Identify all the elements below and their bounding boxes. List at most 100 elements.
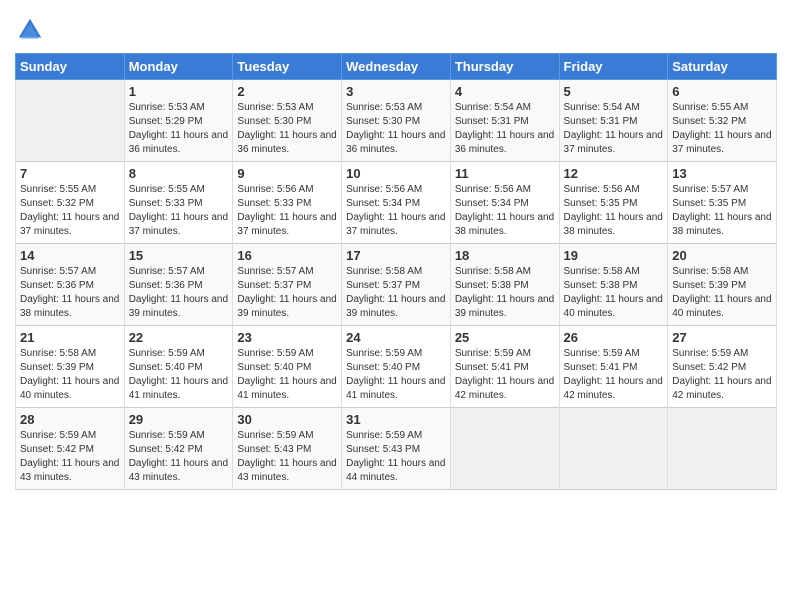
day-number: 3 bbox=[346, 84, 446, 99]
header-day-wednesday: Wednesday bbox=[342, 54, 451, 80]
day-number: 4 bbox=[455, 84, 555, 99]
day-number: 20 bbox=[672, 248, 772, 263]
calendar-cell: 21 Sunrise: 5:58 AMSunset: 5:39 PMDayligh… bbox=[16, 326, 125, 408]
calendar-cell: 6 Sunrise: 5:55 AMSunset: 5:32 PMDaylight… bbox=[668, 80, 777, 162]
day-number: 19 bbox=[564, 248, 664, 263]
calendar-cell: 19 Sunrise: 5:58 AMSunset: 5:38 PMDayligh… bbox=[559, 244, 668, 326]
header-day-thursday: Thursday bbox=[450, 54, 559, 80]
calendar-cell bbox=[559, 408, 668, 490]
day-info: Sunrise: 5:54 AMSunset: 5:31 PMDaylight:… bbox=[564, 101, 664, 157]
day-info: Sunrise: 5:56 AMSunset: 5:34 PMDaylight:… bbox=[455, 183, 555, 239]
day-info: Sunrise: 5:53 AMSunset: 5:29 PMDaylight:… bbox=[129, 101, 229, 157]
day-number: 30 bbox=[237, 412, 337, 427]
day-info: Sunrise: 5:53 AMSunset: 5:30 PMDaylight:… bbox=[237, 101, 337, 157]
calendar-cell bbox=[668, 408, 777, 490]
header-day-sunday: Sunday bbox=[16, 54, 125, 80]
page-container: SundayMondayTuesdayWednesdayThursdayFrid… bbox=[0, 0, 792, 500]
day-number: 12 bbox=[564, 166, 664, 181]
calendar-cell: 3 Sunrise: 5:53 AMSunset: 5:30 PMDaylight… bbox=[342, 80, 451, 162]
day-info: Sunrise: 5:59 AMSunset: 5:40 PMDaylight:… bbox=[237, 347, 337, 403]
day-number: 15 bbox=[129, 248, 229, 263]
calendar-cell: 18 Sunrise: 5:58 AMSunset: 5:38 PMDayligh… bbox=[450, 244, 559, 326]
day-number: 22 bbox=[129, 330, 229, 345]
logo bbox=[15, 15, 49, 45]
day-number: 1 bbox=[129, 84, 229, 99]
day-info: Sunrise: 5:59 AMSunset: 5:43 PMDaylight:… bbox=[237, 429, 337, 485]
day-info: Sunrise: 5:57 AMSunset: 5:36 PMDaylight:… bbox=[20, 265, 120, 321]
day-info: Sunrise: 5:59 AMSunset: 5:41 PMDaylight:… bbox=[455, 347, 555, 403]
calendar-cell: 14 Sunrise: 5:57 AMSunset: 5:36 PMDayligh… bbox=[16, 244, 125, 326]
calendar-cell: 25 Sunrise: 5:59 AMSunset: 5:41 PMDayligh… bbox=[450, 326, 559, 408]
calendar-cell bbox=[450, 408, 559, 490]
calendar-cell: 5 Sunrise: 5:54 AMSunset: 5:31 PMDaylight… bbox=[559, 80, 668, 162]
calendar-cell: 16Sunrise: 5:57 AMSunset: 5:37 PMDayligh… bbox=[233, 244, 342, 326]
day-info: Sunrise: 5:59 AMSunset: 5:42 PMDaylight:… bbox=[20, 429, 120, 485]
day-info: Sunrise: 5:59 AMSunset: 5:42 PMDaylight:… bbox=[129, 429, 229, 485]
day-info: Sunrise: 5:58 AMSunset: 5:37 PMDaylight:… bbox=[346, 265, 446, 321]
calendar-cell: 28 Sunrise: 5:59 AMSunset: 5:42 PMDayligh… bbox=[16, 408, 125, 490]
logo-icon bbox=[15, 15, 45, 45]
day-info: Sunrise: 5:57 AMSunset: 5:36 PMDaylight:… bbox=[129, 265, 229, 321]
calendar-cell: 2 Sunrise: 5:53 AMSunset: 5:30 PMDaylight… bbox=[233, 80, 342, 162]
calendar-cell: 10 Sunrise: 5:56 AMSunset: 5:34 PMDayligh… bbox=[342, 162, 451, 244]
day-info: Sunrise: 5:53 AMSunset: 5:30 PMDaylight:… bbox=[346, 101, 446, 157]
day-number: 6 bbox=[672, 84, 772, 99]
day-number: 31 bbox=[346, 412, 446, 427]
header-day-saturday: Saturday bbox=[668, 54, 777, 80]
calendar-week-3: 14 Sunrise: 5:57 AMSunset: 5:36 PMDayligh… bbox=[16, 244, 777, 326]
calendar-cell: 22 Sunrise: 5:59 AMSunset: 5:40 PMDayligh… bbox=[124, 326, 233, 408]
calendar-cell: 20 Sunrise: 5:58 AMSunset: 5:39 PMDayligh… bbox=[668, 244, 777, 326]
calendar-cell: 11 Sunrise: 5:56 AMSunset: 5:34 PMDayligh… bbox=[450, 162, 559, 244]
calendar-week-2: 7Sunrise: 5:55 AMSunset: 5:32 PMDaylight… bbox=[16, 162, 777, 244]
day-number: 29 bbox=[129, 412, 229, 427]
day-number: 28 bbox=[20, 412, 120, 427]
calendar-header-row: SundayMondayTuesdayWednesdayThursdayFrid… bbox=[16, 54, 777, 80]
day-number: 14 bbox=[20, 248, 120, 263]
day-number: 2 bbox=[237, 84, 337, 99]
day-info: Sunrise: 5:55 AMSunset: 5:32 PMDaylight:… bbox=[672, 101, 772, 157]
day-number: 18 bbox=[455, 248, 555, 263]
day-number: 27 bbox=[672, 330, 772, 345]
day-number: 16 bbox=[237, 248, 337, 263]
day-info: Sunrise: 5:58 AMSunset: 5:39 PMDaylight:… bbox=[672, 265, 772, 321]
day-number: 11 bbox=[455, 166, 555, 181]
day-number: 23 bbox=[237, 330, 337, 345]
day-number: 25 bbox=[455, 330, 555, 345]
day-info: Sunrise: 5:58 AMSunset: 5:38 PMDaylight:… bbox=[455, 265, 555, 321]
calendar-cell: 29 Sunrise: 5:59 AMSunset: 5:42 PMDayligh… bbox=[124, 408, 233, 490]
calendar-cell: 4 Sunrise: 5:54 AMSunset: 5:31 PMDaylight… bbox=[450, 80, 559, 162]
calendar-table: SundayMondayTuesdayWednesdayThursdayFrid… bbox=[15, 53, 777, 490]
day-number: 21 bbox=[20, 330, 120, 345]
day-info: Sunrise: 5:59 AMSunset: 5:40 PMDaylight:… bbox=[346, 347, 446, 403]
day-number: 7 bbox=[20, 166, 120, 181]
calendar-cell: 24 Sunrise: 5:59 AMSunset: 5:40 PMDayligh… bbox=[342, 326, 451, 408]
header bbox=[15, 10, 777, 45]
day-info: Sunrise: 5:54 AMSunset: 5:31 PMDaylight:… bbox=[455, 101, 555, 157]
day-number: 13 bbox=[672, 166, 772, 181]
day-info: Sunrise: 5:56 AMSunset: 5:34 PMDaylight:… bbox=[346, 183, 446, 239]
calendar-cell: 27Sunrise: 5:59 AMSunset: 5:42 PMDayligh… bbox=[668, 326, 777, 408]
header-day-friday: Friday bbox=[559, 54, 668, 80]
calendar-cell: 30 Sunrise: 5:59 AMSunset: 5:43 PMDayligh… bbox=[233, 408, 342, 490]
day-info: Sunrise: 5:59 AMSunset: 5:43 PMDaylight:… bbox=[346, 429, 446, 485]
header-day-monday: Monday bbox=[124, 54, 233, 80]
day-number: 5 bbox=[564, 84, 664, 99]
calendar-cell: 8 Sunrise: 5:55 AMSunset: 5:33 PMDaylight… bbox=[124, 162, 233, 244]
day-number: 8 bbox=[129, 166, 229, 181]
header-day-tuesday: Tuesday bbox=[233, 54, 342, 80]
calendar-cell: 9Sunrise: 5:56 AMSunset: 5:33 PMDaylight… bbox=[233, 162, 342, 244]
day-info: Sunrise: 5:59 AMSunset: 5:41 PMDaylight:… bbox=[564, 347, 664, 403]
day-number: 10 bbox=[346, 166, 446, 181]
day-number: 26 bbox=[564, 330, 664, 345]
day-info: Sunrise: 5:57 AMSunset: 5:35 PMDaylight:… bbox=[672, 183, 772, 239]
day-info: Sunrise: 5:56 AMSunset: 5:35 PMDaylight:… bbox=[564, 183, 664, 239]
calendar-cell: 26 Sunrise: 5:59 AMSunset: 5:41 PMDayligh… bbox=[559, 326, 668, 408]
day-info: Sunrise: 5:59 AMSunset: 5:40 PMDaylight:… bbox=[129, 347, 229, 403]
day-info: Sunrise: 5:55 AMSunset: 5:33 PMDaylight:… bbox=[129, 183, 229, 239]
calendar-week-4: 21 Sunrise: 5:58 AMSunset: 5:39 PMDayligh… bbox=[16, 326, 777, 408]
calendar-cell: 12 Sunrise: 5:56 AMSunset: 5:35 PMDayligh… bbox=[559, 162, 668, 244]
day-info: Sunrise: 5:58 AMSunset: 5:39 PMDaylight:… bbox=[20, 347, 120, 403]
day-info: Sunrise: 5:58 AMSunset: 5:38 PMDaylight:… bbox=[564, 265, 664, 321]
day-number: 24 bbox=[346, 330, 446, 345]
day-info: Sunrise: 5:56 AMSunset: 5:33 PMDaylight:… bbox=[237, 183, 337, 239]
